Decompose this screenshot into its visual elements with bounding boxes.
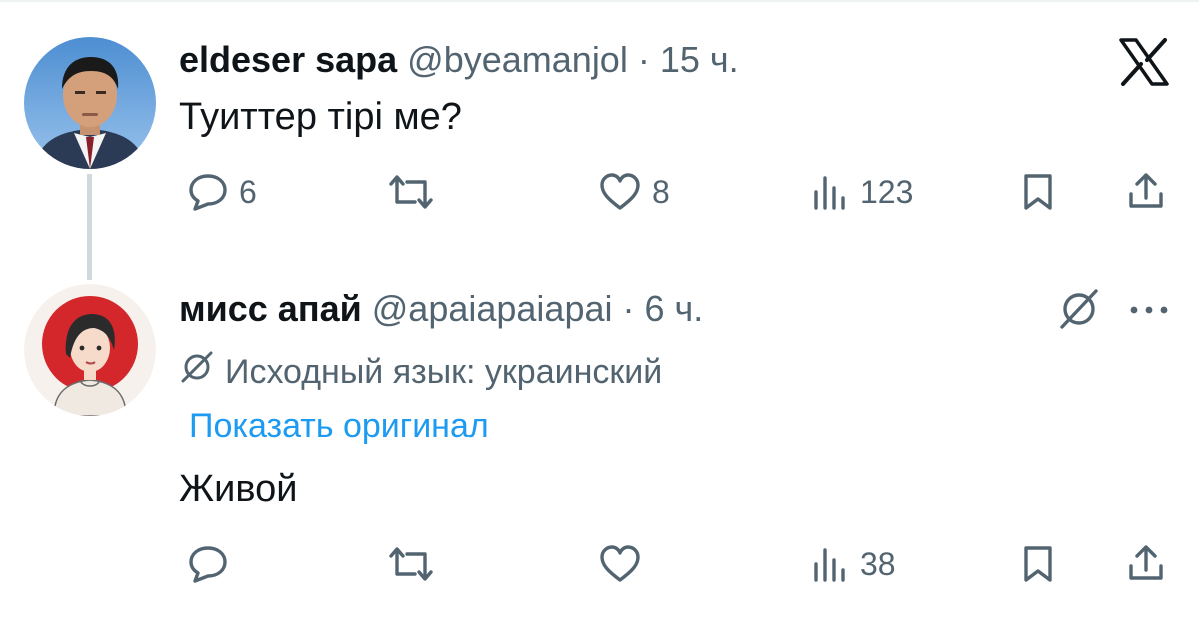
bar-chart-icon <box>810 172 850 212</box>
author-name[interactable]: eldeser sapa <box>179 39 397 80</box>
views-count: 123 <box>860 174 914 210</box>
show-original-link[interactable]: Показать оригинал <box>189 405 489 447</box>
retweet-arrows-icon <box>385 544 437 584</box>
speech-bubble-icon <box>187 544 229 584</box>
avatar[interactable] <box>24 37 156 169</box>
tweet-header: eldeser sapa @byeamanjol · 15 ч. <box>179 38 739 82</box>
like-button[interactable] <box>598 544 652 584</box>
tweet-text: Туиттер тірі ме? <box>179 96 462 138</box>
translation-note: Исходный язык: украинский <box>179 350 662 394</box>
share-upload-icon[interactable] <box>1125 542 1167 589</box>
views-button[interactable]: 123 <box>810 172 913 212</box>
author-handle[interactable]: @apaiapaiapai <box>372 288 613 329</box>
avatar[interactable] <box>24 284 156 416</box>
bookmark-icon[interactable] <box>1020 172 1056 217</box>
author-name[interactable]: мисс апай <box>179 288 362 329</box>
retweet-button[interactable] <box>385 544 447 584</box>
translation-note-text: Исходный язык: украинский <box>225 353 663 391</box>
x-logo-icon[interactable] <box>1118 38 1170 91</box>
translate-icon[interactable] <box>1056 287 1102 336</box>
separator-dot: · <box>637 39 650 80</box>
reply-header: мисс апай @apaiapaiapai · 6 ч. <box>179 287 703 331</box>
thread-connector <box>87 174 92 280</box>
separator-dot: · <box>622 288 635 329</box>
more-dots-icon[interactable] <box>1128 303 1170 321</box>
heart-icon <box>598 544 642 584</box>
author-handle[interactable]: @byeamanjol <box>407 39 628 80</box>
reply-count: 6 <box>239 174 257 210</box>
translate-icon <box>179 350 215 394</box>
timestamp[interactable]: 15 ч. <box>660 39 739 80</box>
bar-chart-icon <box>810 544 850 584</box>
reply-text: Живой <box>179 468 298 510</box>
share-upload-icon[interactable] <box>1125 170 1167 217</box>
views-button[interactable]: 38 <box>810 544 896 584</box>
retweet-button[interactable] <box>385 172 447 212</box>
timestamp[interactable]: 6 ч. <box>645 288 704 329</box>
top-divider <box>0 0 1199 2</box>
heart-icon <box>598 172 642 212</box>
retweet-arrows-icon <box>385 172 437 212</box>
speech-bubble-icon <box>187 172 229 212</box>
bookmark-icon[interactable] <box>1020 544 1056 589</box>
views-count: 38 <box>860 546 896 582</box>
reply-button[interactable]: 6 <box>187 172 257 212</box>
like-count: 8 <box>652 174 670 210</box>
reply-button[interactable] <box>187 544 239 584</box>
like-button[interactable]: 8 <box>598 172 670 212</box>
